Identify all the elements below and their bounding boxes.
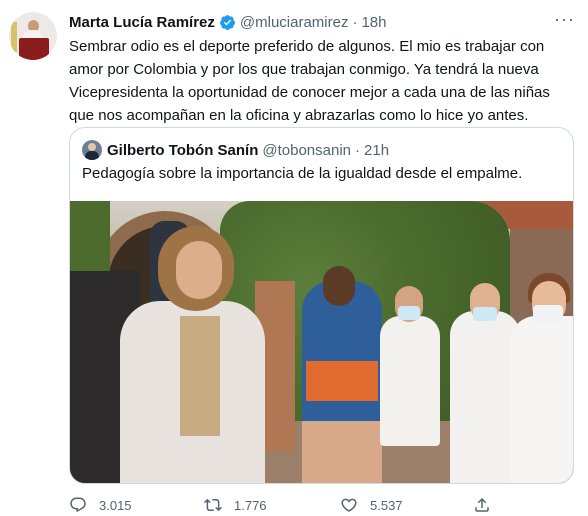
photo-girl-face [323, 266, 355, 306]
author-avatar[interactable] [9, 12, 57, 60]
photo-woman-face [176, 241, 222, 299]
like-button[interactable]: 5.537 [340, 496, 403, 514]
quote-author-avatar [82, 140, 102, 160]
share-icon [475, 497, 489, 512]
tweet-time[interactable]: 18h [361, 14, 386, 31]
like-icon [341, 498, 357, 512]
tweet-header: Marta Lucía Ramírez @mluciaramirez · 18h [69, 12, 387, 32]
retweet-icon [204, 498, 222, 512]
photo-mask-1 [398, 306, 420, 320]
share-button[interactable] [473, 496, 503, 514]
photo-girl-skirt [302, 421, 382, 483]
header-separator: · [352, 13, 358, 31]
photo-woman-top [180, 316, 220, 436]
tweet[interactable]: Marta Lucía Ramírez @mluciaramirez · 18h… [0, 0, 588, 516]
tweet-actions: 3.015 1.776 5.537 [69, 496, 569, 516]
reply-button[interactable]: 3.015 [69, 496, 132, 514]
avatar-podium [19, 38, 49, 60]
retweet-button[interactable]: 1.776 [204, 496, 267, 514]
quote-header-separator: · [355, 141, 361, 159]
quote-time: 21h [364, 141, 390, 159]
reply-icon [70, 497, 86, 513]
verified-badge-icon [219, 14, 235, 30]
photo-mask-2 [473, 307, 497, 321]
quote-author-handle: @tobonsanin [262, 141, 352, 159]
reply-count: 3.015 [99, 497, 132, 513]
author-handle[interactable]: @mluciaramirez [240, 14, 349, 31]
author-name[interactable]: Marta Lucía Ramírez [69, 14, 215, 31]
like-count: 5.537 [370, 497, 403, 513]
photo-mask-3 [533, 305, 563, 323]
avatar-flag [11, 22, 17, 52]
quote-header: Gilberto Tobón Sanín @tobonsanin · 21h [82, 140, 389, 160]
quoted-tweet[interactable]: Gilberto Tobón Sanín @tobonsanin · 21h P… [69, 127, 574, 484]
more-icon[interactable]: ··· [554, 10, 574, 31]
quote-author-name: Gilberto Tobón Sanín [107, 141, 259, 159]
retweet-count: 1.776 [234, 497, 267, 513]
quote-text: Pedagogía sobre la importancia de la igu… [82, 165, 523, 182]
photo-poncho-stripe [306, 361, 378, 401]
quote-photo[interactable] [70, 201, 573, 483]
photo-staff-1 [380, 316, 440, 446]
tweet-text: Sembrar odio es el deporte preferido de … [69, 38, 550, 124]
photo-staff-3 [510, 316, 573, 483]
